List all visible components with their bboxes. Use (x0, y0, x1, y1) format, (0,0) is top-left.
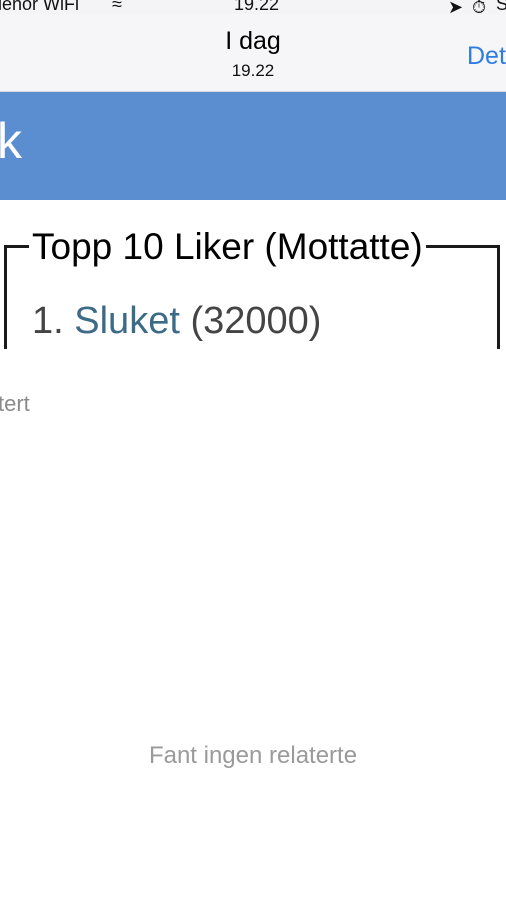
status-time: 19.22 (234, 0, 280, 14)
header-title: kk (0, 113, 22, 169)
empty-message: Fant ingen relaterte (148, 742, 358, 769)
alarm-icon: ⏱ (472, 0, 487, 14)
nav-title: I dag (225, 27, 281, 55)
location-arrow-icon: ➤ (448, 0, 464, 14)
header-band: kk (0, 92, 506, 200)
top-likes-panel: Topp 10 Liker (Mottatte) 1. Sluket (3200… (4, 226, 500, 349)
item-name-link[interactable]: Sluket (74, 300, 180, 342)
carrier-label: elenor WiFi (0, 0, 80, 14)
item-count: (32000) (190, 300, 322, 342)
item-rank: 1. (32, 300, 64, 342)
navigation-bar: I dag 19.22 Det (0, 14, 506, 92)
battery-icon: S (496, 0, 506, 14)
page: elenor WiFi ≈ 19.22 ➤ ⏱ S I dag 19.22 De… (0, 0, 506, 900)
status-bar: elenor WiFi ≈ 19.22 ➤ ⏱ S (0, 0, 506, 14)
related-label: tert (0, 391, 30, 416)
list-item: 1. Sluket (32000) (32, 300, 321, 343)
nav-subtitle: 19.22 (231, 61, 275, 80)
nav-action-button[interactable]: Det (467, 42, 506, 71)
panel-legend: Topp 10 Liker (Mottatte) (29, 226, 426, 268)
wifi-icon: ≈ (112, 0, 122, 14)
